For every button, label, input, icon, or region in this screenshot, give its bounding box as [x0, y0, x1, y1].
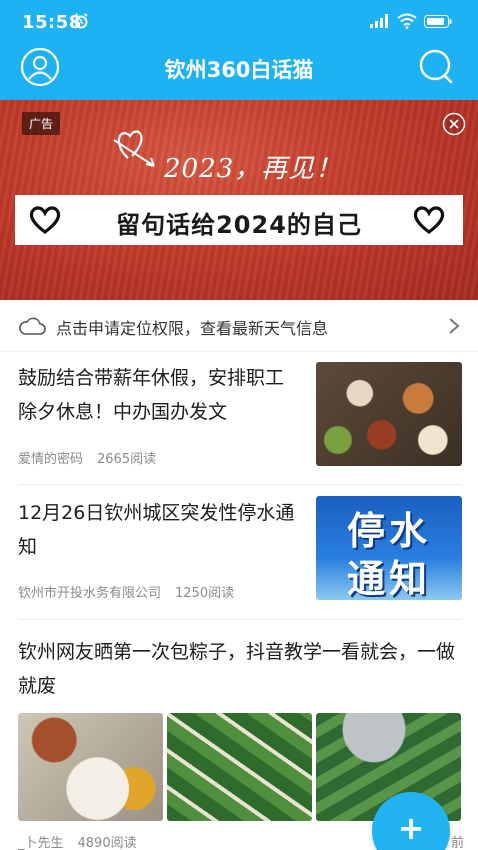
close-circle-icon[interactable]	[442, 112, 466, 136]
heart-icon	[413, 206, 445, 234]
divider	[18, 484, 462, 485]
article-source: _卜先生	[18, 836, 64, 850]
article-meta: 爱情的密码 2665阅读	[18, 448, 156, 467]
article-meta: _卜先生 4890阅读	[18, 832, 137, 850]
article-thumbnail: 停水 通知	[316, 496, 462, 600]
article-image	[18, 713, 163, 821]
cloud-icon	[19, 317, 46, 335]
search-icon[interactable]	[418, 48, 456, 86]
banner-script: 2023，再见！	[110, 120, 390, 190]
signal-icon	[370, 14, 388, 28]
article-reads: 4890阅读	[77, 836, 137, 850]
article-title: 12月26日钦州城区突发性停水通知	[18, 502, 295, 558]
ad-banner[interactable]: 广告 2023，再见！ 留句话给2024的自己	[0, 100, 478, 300]
battery-icon	[424, 15, 452, 28]
status-bar: 15:58	[0, 0, 478, 44]
article-card[interactable]: 12月26日钦州城区突发性停水通知 钦州市开投水务有限公司 1250阅读 停水 通…	[0, 486, 478, 614]
divider	[18, 619, 462, 620]
article-source: 爱情的密码	[18, 452, 84, 467]
weather-permission-row[interactable]: 点击申请定位权限，查看最新天气信息	[0, 300, 478, 352]
article-time: 前	[451, 836, 465, 850]
ad-label: 广告	[22, 112, 61, 135]
article-reads: 2665阅读	[97, 452, 157, 467]
wifi-icon	[397, 13, 417, 29]
top-bar: 15:58 钦州360白话猫	[0, 0, 478, 100]
weather-text: 点击申请定位权限，查看最新天气信息	[56, 319, 329, 338]
article-title: 钦州网友晒第一次包粽子，抖音教学一看就会，一做就废	[18, 641, 456, 697]
chevron-right-icon	[449, 318, 460, 334]
thumbnail-text: 停水	[346, 509, 431, 553]
banner-headline: 留句话给2024的自己	[116, 211, 362, 239]
article-source: 钦州市开投水务有限公司	[18, 586, 162, 601]
banner-script-text: 2023，再见！	[164, 154, 343, 184]
thumbnail-text: 通知	[346, 557, 431, 600]
article-reads: 1250阅读	[175, 586, 235, 601]
article-meta: 钦州市开投水务有限公司 1250阅读	[18, 582, 234, 601]
banner-headline-strip: 留句话给2024的自己	[15, 195, 463, 245]
article-image	[167, 713, 312, 821]
heart-arrow-doodle	[113, 130, 155, 167]
app-title: 钦州360白话猫	[164, 58, 314, 82]
plus-icon: +	[397, 809, 425, 847]
article-title: 鼓励结合带薪年休假，安排职工除夕休息！中办国办发文	[18, 367, 285, 423]
article-thumbnail	[316, 362, 462, 466]
alarm-icon	[74, 13, 88, 29]
article-card[interactable]: 鼓励结合带薪年休假，安排职工除夕休息！中办国办发文 爱情的密码 2665阅读	[0, 352, 478, 480]
